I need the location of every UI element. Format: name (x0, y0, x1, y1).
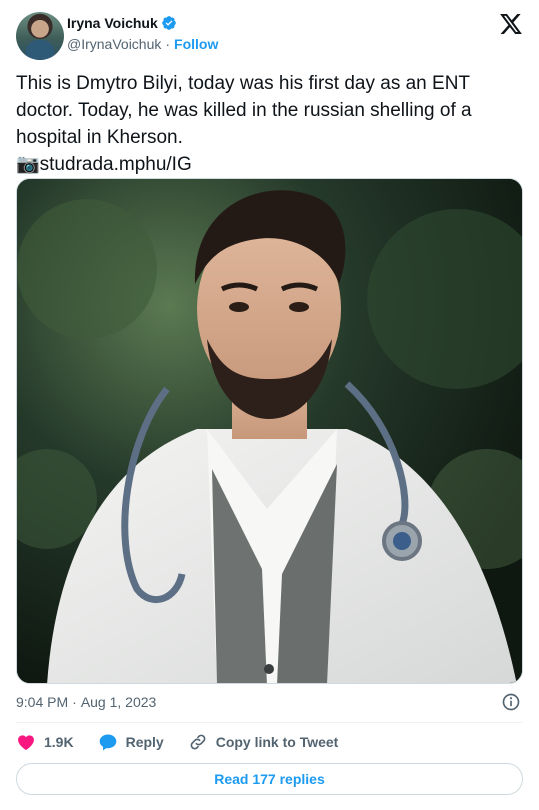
author-handle[interactable]: @IrynaVoichuk (67, 36, 161, 52)
reply-bubble-icon (99, 734, 116, 751)
author-name-row: Iryna Voichuk (67, 15, 177, 31)
link-icon (190, 734, 206, 750)
info-icon[interactable] (501, 692, 521, 712)
heart-icon (18, 735, 34, 750)
tweet-text: This is Dmytro Bilyi, today was his firs… (16, 70, 516, 178)
tweet-time: 9:04 PM (16, 694, 69, 710)
reply-button[interactable]: Reply (98, 732, 164, 752)
timestamp-separator: · (72, 694, 77, 710)
tweet-timestamp[interactable]: 9:04 PM · Aug 1, 2023 (16, 694, 156, 710)
x-logo-icon[interactable] (500, 14, 522, 34)
author-display-name[interactable]: Iryna Voichuk (67, 15, 158, 31)
like-count: 1.9K (44, 734, 74, 750)
author-handle-row: @IrynaVoichuk · Follow (67, 36, 218, 52)
copy-link-button[interactable]: Copy link to Tweet (188, 732, 339, 752)
handle-separator: · (165, 36, 171, 52)
doctor-portrait-image (17, 179, 522, 683)
tweet-text-body: This is Dmytro Bilyi, today was his firs… (16, 73, 472, 148)
follow-button[interactable]: Follow (174, 36, 218, 52)
avatar[interactable] (16, 12, 64, 60)
tweet-text-credit: 📷studrada.mphu/IG (16, 154, 192, 175)
verified-badge-icon (161, 16, 176, 30)
tweet-actions: 1.9K Reply Copy link to Tweet (16, 732, 362, 752)
tweet-photo[interactable] (16, 178, 523, 684)
tweet-date: Aug 1, 2023 (80, 694, 157, 710)
reply-label: Reply (125, 734, 164, 750)
copy-link-label: Copy link to Tweet (215, 734, 339, 750)
avatar-figure (26, 40, 54, 60)
divider (16, 722, 523, 723)
read-replies-button[interactable]: Read 177 replies (16, 763, 523, 795)
like-button[interactable]: 1.9K (16, 732, 74, 752)
